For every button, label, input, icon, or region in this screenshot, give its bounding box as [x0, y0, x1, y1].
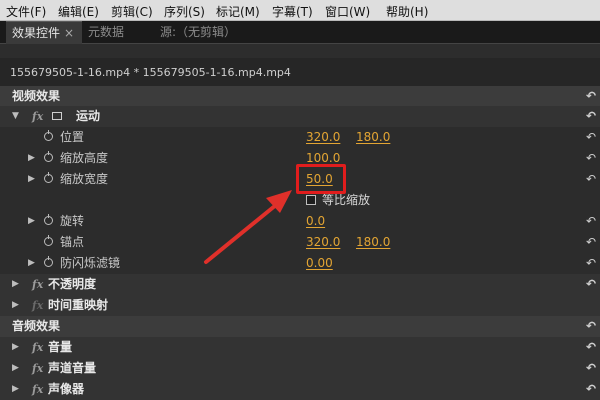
annotation-arrow: [204, 190, 292, 264]
